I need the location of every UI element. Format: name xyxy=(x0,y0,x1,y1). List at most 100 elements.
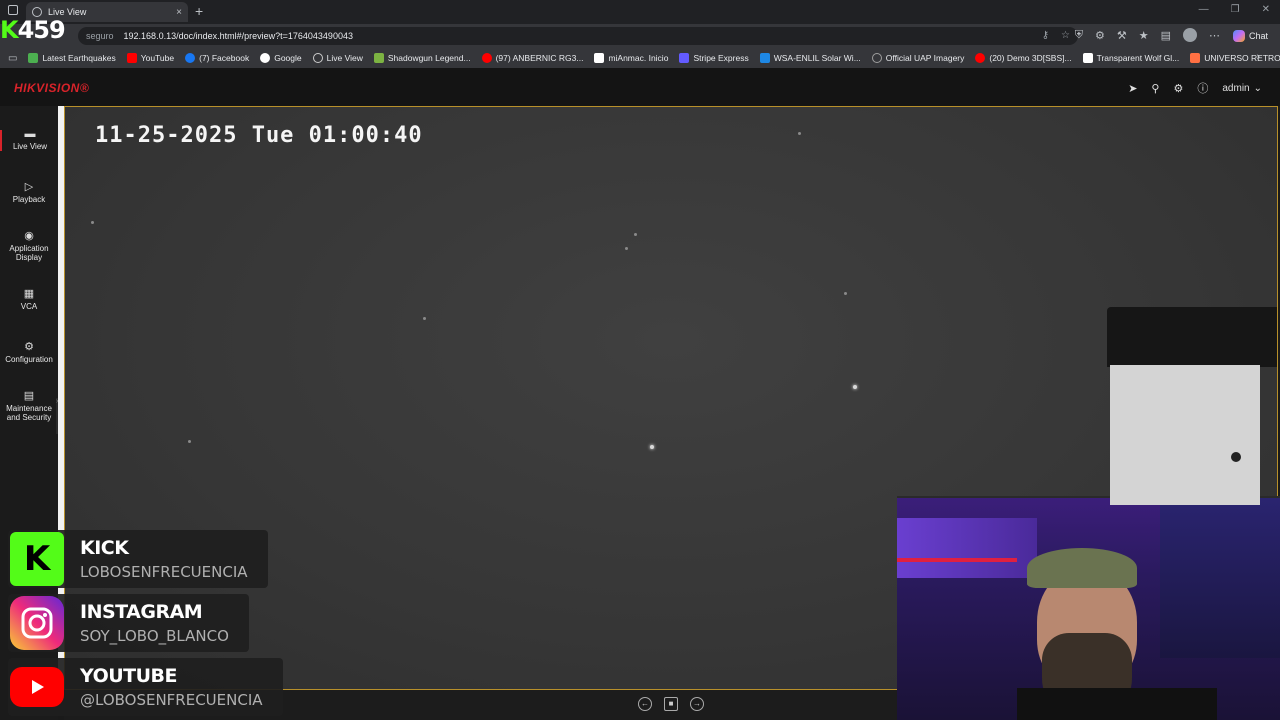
bookmark-star-icon[interactable]: ☆ xyxy=(1061,30,1070,41)
sky-light-point xyxy=(844,292,847,295)
kick-counter-logo: K xyxy=(0,16,19,44)
live-view-icon: ▬ xyxy=(24,128,36,140)
puzzle-icon[interactable]: ⚙ xyxy=(1173,82,1183,95)
bookmark-item[interactable]: WSA-ENLIL Solar Wi... xyxy=(759,53,861,63)
tab-actions-icon[interactable] xyxy=(8,5,18,15)
shield-extension-icon[interactable]: ⛨ xyxy=(1075,29,1083,42)
sidebar-item-label: Application Display xyxy=(9,244,49,262)
bookmark-label: Live View xyxy=(326,53,363,63)
social-name: INSTAGRAM xyxy=(80,601,203,623)
collections-icon[interactable]: ▤ xyxy=(1161,29,1171,42)
bookmarks-overflow-icon[interactable]: › xyxy=(1256,51,1260,63)
sidebar-item-label: Live View xyxy=(12,142,48,151)
r-icon xyxy=(594,53,605,63)
gear-icon: ⚙ xyxy=(24,341,34,353)
info-icon[interactable]: ⓘ xyxy=(1197,80,1208,96)
social-name: YOUTUBE xyxy=(80,665,178,687)
sky-light-point xyxy=(634,233,637,236)
sidebar-item-label: Playback xyxy=(12,195,46,204)
bookmark-label: UNIVERSO RETRO... xyxy=(1204,53,1280,63)
sidebar-item-application-display[interactable]: ◉ Application Display xyxy=(0,231,58,263)
playback-icon: ▷ xyxy=(24,181,34,193)
bookmark-item[interactable]: Google xyxy=(260,53,302,63)
favorites-icon[interactable]: ★ xyxy=(1139,29,1149,42)
bookmark-item[interactable]: Latest Earthquakes xyxy=(28,53,116,63)
youtube-icon xyxy=(481,53,492,63)
profile-avatar[interactable] xyxy=(1183,28,1197,42)
social-badge-instagram: INSTAGRAM SOY_LOBO_BLANCO xyxy=(8,594,249,652)
android-icon xyxy=(373,53,384,63)
bookmark-label: Shadowgun Legend... xyxy=(387,53,471,63)
omnibox-icons: ⚷ ☆ xyxy=(1042,30,1070,41)
bookmark-item[interactable]: YouTube xyxy=(126,53,175,63)
sky-light-point xyxy=(188,440,191,443)
bookmark-label: (7) Facebook xyxy=(199,53,250,63)
sidebar-item-vca[interactable]: ▦ VCA xyxy=(0,289,58,312)
performance-icon[interactable]: ⚒ xyxy=(1117,29,1127,42)
bookmark-label: Latest Earthquakes xyxy=(42,53,116,63)
bookmark-label: WSA-ENLIL Solar Wi... xyxy=(773,53,861,63)
kick-logo-icon: K xyxy=(10,532,64,586)
social-handle: @LOBOSENFRECUENCIA xyxy=(80,691,263,709)
uap-icon xyxy=(871,53,882,63)
building-lamp xyxy=(1231,452,1241,462)
minimize-icon[interactable]: — xyxy=(1199,4,1209,15)
bookmark-label: Official UAP Imagery xyxy=(885,53,965,63)
bookmark-label: YouTube xyxy=(140,53,175,63)
browser-tab-strip: Live View × + — ❐ ✕ xyxy=(0,0,1280,22)
bookmark-item[interactable]: (20) Demo 3D[SBS]... xyxy=(975,53,1072,63)
hikvision-logo[interactable]: HIKVISION® xyxy=(14,81,89,95)
maximize-icon[interactable]: ❐ xyxy=(1231,4,1240,15)
sidebar-item-maintenance[interactable]: ▤ Maintenance and Security xyxy=(0,391,58,423)
bookmark-label: Stripe Express xyxy=(693,53,749,63)
sky-light-point xyxy=(798,132,801,135)
sidebar-toggle-icon[interactable]: ▭ xyxy=(8,53,17,64)
social-handle: LOBOSENFRECUENCIA xyxy=(80,563,248,581)
bookmark-item[interactable]: Shadowgun Legend... xyxy=(373,53,471,63)
bookmark-item[interactable]: Live View xyxy=(312,53,363,63)
header-actions: ➤ ⚲ ⚙ ⓘ admin ⌄ xyxy=(1128,80,1262,96)
send-icon[interactable]: ➤ xyxy=(1128,82,1137,95)
bookmark-item[interactable]: Stripe Express xyxy=(679,53,749,63)
next-icon[interactable]: → xyxy=(690,697,704,711)
extensions-icon[interactable]: ⚙ xyxy=(1095,29,1105,42)
copilot-chat-button[interactable]: Chat xyxy=(1227,27,1274,45)
key-icon[interactable]: ⚷ xyxy=(1042,30,1049,41)
social-badge-kick: K KICK LOBOSENFRECUENCIA xyxy=(8,530,268,588)
close-window-icon[interactable]: ✕ xyxy=(1262,4,1270,15)
new-tab-button[interactable]: + xyxy=(195,3,203,19)
stop-icon[interactable]: ■ xyxy=(664,697,678,711)
bookmark-item[interactable]: UNIVERSO RETRO... xyxy=(1190,53,1280,63)
building-roof xyxy=(1107,307,1277,367)
url-text: 192.168.0.13/doc/index.html#/preview?t=1… xyxy=(123,31,353,41)
sidebar-item-label: Configuration xyxy=(5,355,53,364)
social-badge-youtube: YOUTUBE @LOBOSENFRECUENCIA xyxy=(8,658,283,716)
close-tab-icon[interactable]: × xyxy=(176,7,182,18)
user-menu[interactable]: admin ⌄ xyxy=(1222,83,1262,94)
chevron-down-icon: ⌄ xyxy=(1253,82,1262,94)
bookmark-item[interactable]: (7) Facebook xyxy=(185,53,249,63)
background-shelf xyxy=(897,518,1037,578)
noaa-icon xyxy=(759,53,770,63)
youtube-logo-icon xyxy=(10,667,64,707)
bookmark-item[interactable]: Transparent Wolf Gl... xyxy=(1082,53,1179,63)
sidebar-item-playback[interactable]: ▷ Playback xyxy=(0,181,58,205)
bookmark-label: (20) Demo 3D[SBS]... xyxy=(989,53,1072,63)
instagram-logo-icon xyxy=(10,596,64,650)
window-controls: — ❐ ✕ xyxy=(1199,4,1270,15)
live-view-favicon-icon xyxy=(312,53,323,63)
search-icon[interactable]: ⚲ xyxy=(1151,82,1159,95)
bookmark-item[interactable]: (97) ANBERNIC RG3... xyxy=(481,53,583,63)
previous-icon[interactable]: ← xyxy=(638,697,652,711)
username: admin xyxy=(1222,82,1250,94)
sidebar-item-configuration[interactable]: ⚙ Configuration xyxy=(0,341,58,365)
more-menu-icon[interactable]: ⋯ xyxy=(1209,29,1220,42)
sidebar-item-live-view[interactable]: ▬ Live View xyxy=(0,128,58,151)
bookmark-item[interactable]: Official UAP Imagery xyxy=(871,53,965,63)
address-bar[interactable]: seguro 192.168.0.13/doc/index.html#/prev… xyxy=(78,27,1078,45)
bookmark-item[interactable]: miAnmac. Inicio xyxy=(594,53,668,63)
bookmarks-bar: ▭ Latest Earthquakes YouTube (7) Faceboo… xyxy=(0,48,1280,68)
extension-icons: ⛨ ⚙ ⚒ ★ ▤ ⋯ xyxy=(1075,28,1220,42)
bookmark-label: miAnmac. Inicio xyxy=(608,53,669,63)
sky-light-point xyxy=(423,317,426,320)
